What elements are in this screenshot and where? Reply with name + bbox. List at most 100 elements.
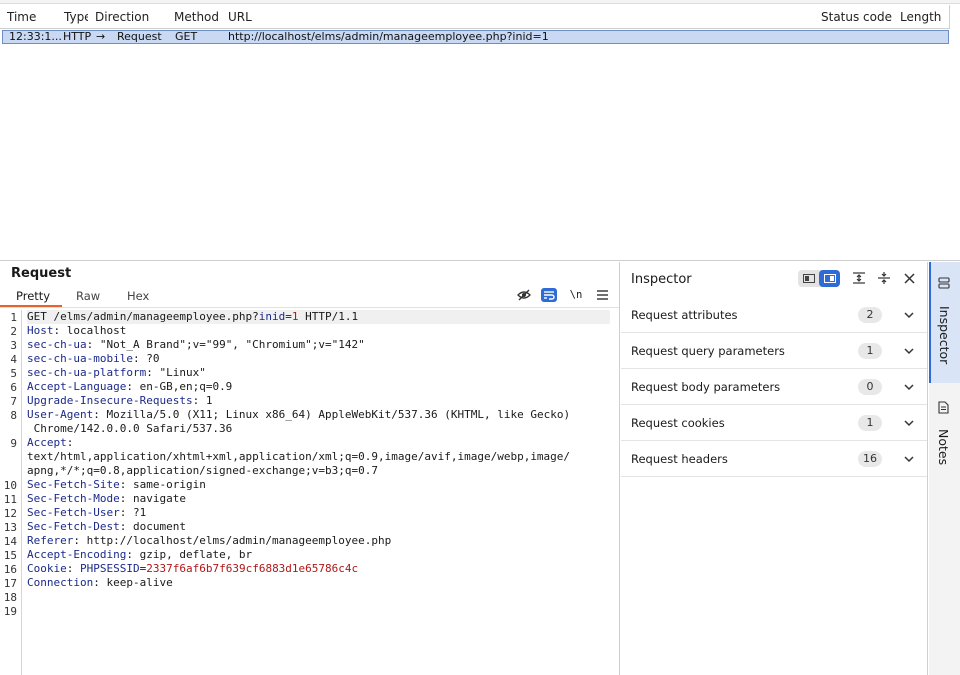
line-number: 17 [3,577,17,590]
line-number: 6 [10,381,17,394]
chevron-down-icon [904,420,914,427]
line-number: 15 [3,549,17,562]
header-name: sec-ch-ua [27,338,87,351]
line-number: 5 [10,367,17,380]
count-badge: 1 [858,343,882,359]
side-rail: Inspector Notes [929,262,960,675]
section-label: Request headers [631,452,728,466]
header-name: Upgrade-Insecure-Requests [27,394,193,407]
section-label: Request cookies [631,416,725,430]
column-header-label: Direction [95,9,150,24]
header-name: Accept [27,436,67,449]
rail-label: Inspector [937,306,952,365]
header-line: Sec-Fetch-Dest: document [27,520,186,533]
column-header-label: Method [174,9,220,24]
line-number: 7 [10,395,17,408]
header-name: sec-ch-ua-mobile [27,352,133,365]
section-label: Request query parameters [631,344,785,358]
header-value: same-origin [132,478,206,491]
line-number: 10 [3,479,17,492]
count-badge: 2 [858,307,882,323]
inspector-section-query-parameters[interactable]: Request query parameters 1 [621,333,927,369]
inspector-section-body-parameters[interactable]: Request body parameters 0 [621,369,927,405]
request-code[interactable]: GET /elms/admin/manageemployee.php?inid=… [27,310,612,590]
panel-title: Inspector [631,272,692,287]
header-line: Connection: keep-alive [27,576,173,589]
row-direction: Request [117,30,162,43]
layout-stacked-icon[interactable] [798,270,819,287]
tab-raw[interactable]: Raw [76,289,100,303]
tab-pretty[interactable]: Pretty [16,289,50,303]
inspector-panel: Inspector Request attributes 2 Request q… [621,262,928,675]
chevron-down-icon [904,384,914,391]
hide-nonprintable-icon[interactable] [516,288,532,302]
header-line: Accept-Encoding: gzip, deflate, br [27,548,253,561]
column-header-direction[interactable]: Direction [88,5,170,29]
inspector-section-headers[interactable]: Request headers 16 [621,441,927,477]
column-header-type[interactable]: Type [57,5,92,29]
inspector-section-request-attributes[interactable]: Request attributes 2 [621,297,927,333]
header-name: Sec-Fetch-User [27,506,120,519]
newline-toggle-button[interactable]: \n [568,288,584,302]
chevron-down-icon [904,348,914,355]
header-line: Upgrade-Insecure-Requests: 1 [27,394,213,407]
request-path: /elms/admin/manageemployee.php? [46,310,259,323]
header-name: Accept-Encoding [27,548,127,561]
column-header-label: Length [900,9,942,24]
section-label: Request attributes [631,308,738,322]
header-value: "Linux" [159,366,206,379]
line-number-gutter: 1 2 3 4 5 6 7 8 9 10 11 12 13 14 15 16 1… [0,310,22,675]
line-number: 2 [10,325,17,338]
tab-hex[interactable]: Hex [127,289,149,303]
column-header-method[interactable]: Method [167,5,224,29]
menu-icon[interactable] [594,288,610,302]
close-icon[interactable] [901,270,917,286]
header-line: Sec-Fetch-Mode: navigate [27,492,186,505]
rail-tab-notes[interactable]: Notes [929,393,960,473]
column-header-label: Time [7,9,37,24]
column-header-status-code[interactable]: Status code [814,5,897,29]
header-line: Accept: [27,436,74,449]
count-badge: 1 [858,415,882,431]
line-number: 4 [10,353,17,366]
column-header-time[interactable]: Time [0,5,60,29]
header-name: Sec-Fetch-Dest [27,520,120,533]
inspector-section-cookies[interactable]: Request cookies 1 [621,405,927,441]
header-name: Connection [27,576,94,589]
request-editor[interactable]: 1 2 3 4 5 6 7 8 9 10 11 12 13 14 15 16 1… [0,310,619,675]
count-badge: 16 [858,451,882,467]
line-number: 11 [3,493,17,506]
line-number: 12 [3,507,17,520]
section-label: Request body parameters [631,380,781,394]
line-number: 18 [3,591,17,604]
layout-side-by-side-icon[interactable] [819,270,840,287]
panel-title: Request [11,266,72,281]
column-header-url[interactable]: URL [221,5,819,29]
table-top-edge [0,0,960,4]
rail-tab-inspector[interactable]: Inspector [929,262,960,383]
cookie-name: PHPSESSID [80,562,140,575]
chevron-down-icon [904,312,914,319]
header-line: sec-ch-ua-mobile: ?0 [27,352,160,365]
column-header-length[interactable]: Length [893,5,950,29]
header-line-continuation: Chrome/142.0.0.0 Safari/537.36 [27,422,612,436]
header-value: keep-alive [106,576,173,589]
row-time: 12:33:1... [9,30,62,43]
header-line-continuation: apng,*/*;q=0.8,application/signed-exchan… [27,464,612,478]
row-url: http://localhost/elms/admin/manageemploy… [228,30,549,43]
header-line: sec-ch-ua: "Not_A Brand";v="99", "Chromi… [27,338,365,351]
query-param-name: inid [258,310,286,323]
notes-icon [938,401,949,414]
header-value: Mozilla/5.0 (X11; Linux x86_64) AppleWeb… [106,408,571,421]
expand-all-icon[interactable] [851,270,867,286]
count-badge: 0 [858,379,882,395]
traffic-table: Time Type Direction Method URL Status co… [0,0,960,261]
header-name: sec-ch-ua-platform [27,366,147,379]
header-line: sec-ch-ua-platform: "Linux" [27,366,206,379]
wrap-lines-icon[interactable] [541,288,557,302]
header-name: User-Agent [27,408,94,421]
layout-toggle[interactable] [798,270,840,287]
column-header-label: Status code [821,9,892,24]
collapse-all-icon[interactable] [876,270,892,286]
header-line: Host: localhost [27,324,127,337]
